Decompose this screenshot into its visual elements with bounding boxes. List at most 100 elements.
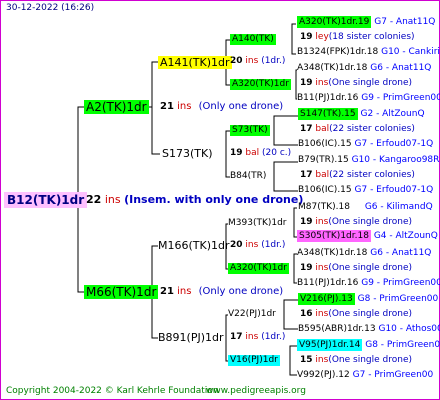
gen4-queen-s73[interactable]: S73(TK) (230, 125, 270, 136)
gen5-row-11: 17 bal(22 sister colonies) (300, 171, 415, 180)
gen5-row-17: 19 ins(One single drone) (300, 264, 412, 273)
gen3-unit: ins (245, 56, 259, 66)
gen2-year: 21 (160, 286, 174, 297)
gen5-queen-id[interactable]: V992(PJ).12 (297, 370, 350, 380)
gen5-info: G2 - AltZounQ (360, 109, 425, 119)
gen5-queen-id[interactable]: V216(PJ).13 (298, 293, 355, 305)
gen4-queen-b84[interactable]: B84(TR) (230, 172, 266, 181)
gen3-year: 17 (230, 332, 243, 342)
gen5-note: (One single drone) (328, 217, 412, 227)
gen5-note: (One single drone) (328, 263, 412, 273)
gen3-queen-b891[interactable]: B891(PJ)1dr (158, 332, 224, 343)
gen2-details-a2: 21 ins (Only one drone) (160, 102, 283, 112)
gen2-year: 21 (160, 101, 174, 112)
gen5-info: G4 - AltZounQ (373, 231, 438, 241)
gen5-year: 16 (300, 309, 313, 319)
connector-root-to-m66 (77, 198, 84, 293)
gen4-queen-a320[interactable]: A320(TK)1dr (230, 79, 291, 90)
gen5-queen-id[interactable]: S147(TK).15 (298, 108, 358, 120)
gen4-queen-a140[interactable]: A140(TK) (230, 34, 276, 45)
gen3-queen-a141[interactable]: A141(TK)1dr (158, 56, 232, 69)
gen3-unit: ins (245, 240, 259, 250)
gen5-row-12: B106(IC).15 G7 - Erfoud07-1Q (298, 186, 433, 195)
gen5-row-3: B1324(FPK)1dr.18 G10 - Cankiri97Q (297, 48, 440, 57)
gen4-queen-a320b[interactable]: A320(TK)1dr (228, 263, 289, 274)
gen5-queen-id[interactable]: M87(TK).18 (298, 202, 350, 212)
gen5-row-13: M87(TK).18 G6 - KilimandQ (298, 203, 433, 212)
timestamp: 30-12-2022 (16:26) (6, 3, 95, 13)
gen2-queen-m66[interactable]: M66(TK)1dr (84, 285, 159, 299)
gen5-info: G9 - PrimGreen00 (361, 278, 440, 288)
connector-a2-to-s173 (151, 107, 160, 155)
gen5-note: (22 sister colonies) (329, 124, 415, 134)
root-details: 22 ins (Insem. with only one drone) (86, 194, 303, 205)
connector-v22-parents (283, 299, 298, 330)
gen5-queen-id[interactable]: A320(TK)1dr.19 (297, 16, 372, 28)
gen4-queen-m393[interactable]: M393(TK)1dr (228, 219, 287, 228)
gen5-info: G10 - Athos00R (378, 324, 440, 334)
gen5-note: (22 sister colonies) (329, 170, 415, 180)
site-url-link[interactable]: www.pedigreeapis.org (206, 387, 306, 396)
gen5-row-8: 17 bal(22 sister colonies) (300, 125, 415, 134)
connector-v16-parents (289, 345, 297, 376)
gen2-details-m66: 21 ins (Only one drone) (160, 287, 283, 297)
gen3-details-a141: 20 ins (1dr.) (230, 57, 285, 66)
gen5-queen-id[interactable]: A348(TK)1dr.18 (297, 248, 367, 258)
gen5-row-4: A348(TK)1dr.18 G6 - Anat11Q (297, 64, 431, 73)
gen5-year: 17 (300, 170, 313, 180)
gen5-queen-id[interactable]: A348(TK)1dr.18 (297, 63, 367, 73)
gen5-queen-id[interactable]: B11(PJ)1dr.16 (297, 278, 358, 288)
gen3-unit: ins (245, 332, 259, 342)
gen5-queen-id[interactable]: V95(PJ)1dr.14 (297, 339, 363, 351)
gen5-row-6: B11(PJ)1dr.16 G9 - PrimGreen00 (297, 94, 440, 103)
gen5-year: 19 (300, 217, 313, 227)
gen3-note: (1dr.) (261, 332, 286, 342)
gen3-note: (20 c.) (262, 148, 292, 158)
gen5-queen-id[interactable]: B1324(FPK)1dr.18 (297, 47, 378, 57)
gen5-row-2: 19 ley(18 sister colonies) (300, 33, 415, 42)
gen2-note: (Only one drone) (198, 101, 284, 112)
gen5-year: 17 (300, 124, 313, 134)
gen5-info: G7 - PrimGreen00 (352, 370, 434, 380)
gen5-note: (One single drone) (328, 309, 412, 319)
gen5-queen-id[interactable]: B106(IC).15 (298, 185, 352, 195)
root-queen-id[interactable]: B12(TK)1dr (4, 192, 88, 208)
gen5-row-22: V95(PJ)1dr.14 G8 - PrimGreen00 (297, 339, 440, 351)
gen5-row-18: B11(PJ)1dr.16 G9 - PrimGreen00 (297, 279, 440, 288)
gen5-queen-id[interactable]: B79(TR).15 (298, 155, 349, 165)
gen5-row-20: 16 ins(One single drone) (300, 310, 412, 319)
gen5-info: G10 - Kangaroo98R (351, 155, 440, 165)
gen2-unit: ins (177, 101, 192, 112)
gen5-unit: ins (315, 78, 329, 88)
gen5-queen-id[interactable]: B11(PJ)1dr.16 (297, 93, 358, 103)
gen5-queen-id[interactable]: B595(ABR)1dr.13 (298, 324, 376, 334)
connector-root-to-a2 (72, 106, 84, 199)
gen5-row-7: S147(TK).15 G2 - AltZounQ (298, 108, 425, 120)
gen5-queen-id[interactable]: S305(TK)1dr.18 (297, 230, 371, 242)
gen3-queen-m166[interactable]: M166(TK)1dr (158, 240, 230, 251)
gen5-row-10: B79(TR).15 G10 - Kangaroo98R (298, 156, 439, 165)
gen5-queen-id[interactable]: B106(IC).15 (298, 139, 352, 149)
connector-s73-parents (273, 115, 298, 146)
gen4-queen-v16[interactable]: V16(PJ)1dr (228, 355, 280, 366)
gen2-queen-a2[interactable]: A2(TK)1dr (84, 100, 149, 114)
gen5-note: (18 sister colonies) (328, 32, 415, 42)
gen5-unit: bal (315, 124, 330, 134)
gen3-details-b891: 17 ins (1dr.) (230, 333, 285, 342)
gen5-info: G7 - Erfoud07-1Q (354, 185, 434, 195)
gen5-row-24: V992(PJ).12 G7 - PrimGreen00 (297, 371, 433, 380)
gen4-queen-v22[interactable]: V22(PJ)1dr (228, 310, 276, 319)
gen5-info: G7 - Anat11Q (374, 17, 436, 27)
gen3-queen-s173[interactable]: S173(TK) (162, 148, 213, 159)
gen5-info: G6 - Anat11Q (370, 248, 432, 258)
gen3-details-m166: 20 ins (1dr.) (230, 241, 285, 250)
gen5-row-23: 15 ins(One single drone) (300, 356, 412, 365)
gen5-note: (One single drone) (328, 78, 412, 88)
gen5-row-9: B106(IC).15 G7 - Erfoud07-1Q (298, 140, 433, 149)
root-unit: ins (104, 193, 121, 206)
gen5-year: 19 (300, 78, 313, 88)
gen5-unit: bal (315, 170, 330, 180)
gen5-row-21: B595(ABR)1dr.13 G10 - Athos00R (298, 325, 440, 334)
gen5-info: G7 - Erfoud07-1Q (354, 139, 434, 149)
gen5-info: G9 - PrimGreen00 (361, 93, 440, 103)
